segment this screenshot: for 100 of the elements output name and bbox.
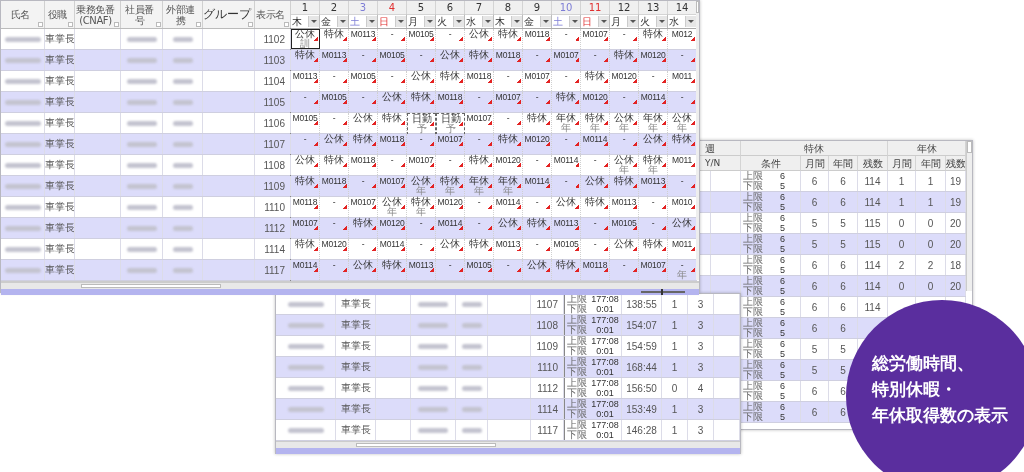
dropdown-icon[interactable] — [424, 16, 435, 27]
shift-cell[interactable]: M0114 — [291, 260, 320, 280]
limit-label: 上限 — [743, 381, 763, 391]
table-cell: 1104 — [263, 75, 285, 87]
shift-cell[interactable]: M0120 — [639, 50, 668, 70]
shift-cell[interactable]: M0107 — [349, 197, 378, 217]
shift-cell[interactable]: M0120 — [523, 134, 552, 154]
shift-cell[interactable]: M0118 — [378, 134, 407, 154]
shift-cell[interactable]: M0118 — [349, 155, 378, 175]
table-cell: 2 — [898, 259, 905, 271]
dropdown-icon[interactable] — [540, 16, 551, 27]
shift-cell[interactable]: M0113 — [610, 197, 639, 217]
weekday-label: 金 — [524, 15, 534, 28]
dropdown-icon[interactable] — [569, 16, 580, 27]
shift-cell[interactable]: M0105 — [552, 239, 581, 259]
table-cell: 6 — [780, 402, 785, 412]
shift-cell[interactable]: M0118 — [320, 176, 349, 196]
limit-label: 上限 — [743, 255, 763, 265]
shift-cell[interactable]: M0107 — [639, 260, 668, 280]
horizontal-scrollbar[interactable] — [1, 282, 699, 289]
shift-cell[interactable]: M0107 — [581, 29, 610, 49]
shift-cell[interactable]: M0118 — [523, 29, 552, 49]
limit-label: 下限 — [567, 325, 587, 335]
table-cell: 車掌長 — [45, 263, 74, 277]
dropdown-icon[interactable] — [337, 16, 348, 27]
shift-cell[interactable]: M0114 — [523, 176, 552, 196]
limit-label: 上限 — [743, 276, 763, 286]
dropdown-icon[interactable] — [453, 16, 464, 27]
table-cell: 5 — [840, 343, 846, 355]
shift-cell[interactable]: M0114 — [581, 134, 610, 154]
shift-cell[interactable]: M0114 — [494, 197, 523, 217]
shift-cell[interactable]: M0114 — [436, 218, 465, 238]
shift-cell[interactable]: M0107 — [407, 155, 436, 175]
shift-cell[interactable]: M0105 — [378, 50, 407, 70]
table-cell: 5 — [811, 238, 818, 250]
table-cell: 0 — [898, 238, 905, 250]
dropdown-icon[interactable] — [627, 16, 638, 27]
shift-cell[interactable]: M0107 — [378, 176, 407, 196]
table-cell: 5 — [840, 238, 846, 250]
shift-cell[interactable]: M0107 — [552, 50, 581, 70]
blurred-text — [126, 36, 157, 42]
shift-cell[interactable]: M0120 — [581, 92, 610, 112]
shift-cell[interactable]: M0113 — [349, 29, 378, 49]
vertical-scrollbar[interactable] — [966, 141, 972, 291]
shift-cell[interactable]: M0107 — [436, 134, 465, 154]
dropdown-icon[interactable] — [395, 16, 406, 27]
table-cell: 1108 — [536, 319, 558, 331]
limit-label: 上限 — [567, 399, 587, 409]
limit-label: 下限 — [567, 409, 587, 419]
shift-cell[interactable]: M0105 — [465, 260, 494, 280]
shift-cell[interactable]: M0105 — [320, 92, 349, 112]
shift-cell[interactable]: M0120 — [494, 155, 523, 175]
shift-cell[interactable]: M0113 — [407, 260, 436, 280]
blurred-text — [126, 162, 157, 168]
shift-cell[interactable]: M0118 — [581, 260, 610, 280]
shift-cell[interactable]: M0120 — [320, 239, 349, 259]
shift-cell[interactable]: M0113 — [552, 218, 581, 238]
table-cell: 1 — [898, 175, 905, 187]
vertical-scrollbar[interactable] — [696, 1, 699, 280]
table-cell: 6 — [780, 297, 785, 307]
dropdown-icon[interactable] — [598, 16, 609, 27]
shift-cell[interactable]: M0118 — [465, 71, 494, 91]
shift-cell[interactable]: M0113 — [291, 71, 320, 91]
table-cell: 5 — [780, 223, 785, 233]
limit-label: 上限 — [567, 315, 587, 325]
shift-cell[interactable]: M0107 — [523, 71, 552, 91]
table-cell: 6 — [840, 196, 846, 208]
shift-cell[interactable]: M0105 — [610, 218, 639, 238]
shift-cell[interactable]: M0105 — [407, 29, 436, 49]
shift-cell[interactable]: M0107 — [494, 92, 523, 112]
shift-cell[interactable]: M0114 — [378, 239, 407, 259]
limit-label: 下限 — [567, 346, 587, 356]
shift-cell[interactable]: M0105 — [349, 71, 378, 91]
shift-cell[interactable]: M0114 — [552, 155, 581, 175]
shift-cell[interactable]: M0114 — [639, 92, 668, 112]
dropdown-icon[interactable] — [308, 16, 319, 27]
table-cell: 177:08 — [591, 336, 619, 346]
shift-cell[interactable]: M0113 — [320, 50, 349, 70]
dropdown-icon[interactable] — [482, 16, 493, 27]
shift-cell[interactable]: M0107 — [291, 218, 320, 238]
shift-cell[interactable]: M0120 — [436, 197, 465, 217]
shift-cell[interactable]: M0118 — [494, 50, 523, 70]
blurred-text — [461, 364, 482, 370]
dropdown-icon[interactable] — [511, 16, 522, 27]
shift-cell[interactable]: M0113 — [494, 239, 523, 259]
shift-cell[interactable]: - — [407, 134, 436, 154]
table-cell: 1 — [927, 196, 934, 208]
shift-cell[interactable]: M0118 — [291, 197, 320, 217]
table-cell: 6 — [780, 318, 785, 328]
table-cell: 0:01 — [596, 346, 614, 356]
shift-cell[interactable]: M0120 — [610, 71, 639, 91]
dropdown-icon[interactable] — [685, 16, 696, 27]
shift-cell[interactable]: M0113 — [639, 176, 668, 196]
dropdown-icon[interactable] — [366, 16, 377, 27]
shift-cell[interactable]: M0120 — [378, 218, 407, 238]
shift-cell[interactable]: M0118 — [436, 92, 465, 112]
table-cell: 3 — [697, 319, 704, 331]
table-cell: 6 — [780, 360, 785, 370]
limit-label: 下限 — [567, 388, 587, 398]
dropdown-icon[interactable] — [656, 16, 667, 27]
